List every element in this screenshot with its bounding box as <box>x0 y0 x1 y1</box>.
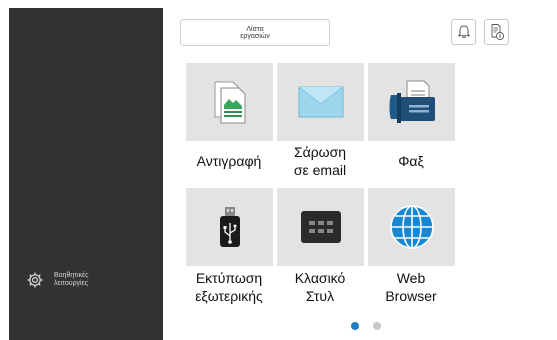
page-dot-2[interactable] <box>373 322 381 330</box>
left-sidebar: Βοηθητικές λειτουργίες <box>9 8 163 340</box>
job-list-button[interactable]: Λίστα εργασιών <box>180 19 330 46</box>
scan-to-email-tile[interactable] <box>277 63 364 141</box>
envelope-icon <box>298 86 343 118</box>
copy-label: Αντιγραφή <box>196 153 262 169</box>
copy-tile[interactable] <box>186 63 273 141</box>
status-info-button[interactable] <box>484 19 509 45</box>
fax-icon <box>389 80 435 123</box>
notification-button[interactable] <box>451 19 476 45</box>
usb-icon <box>219 207 240 247</box>
gear-icon <box>27 272 43 288</box>
document-info-icon <box>491 24 504 41</box>
fax-tile[interactable] <box>368 63 455 141</box>
page-dot-active[interactable] <box>351 322 359 330</box>
copy-icon <box>214 81 245 124</box>
globe-icon <box>389 205 434 249</box>
help-functions-label: Βοηθητικές λειτουργίες <box>54 272 89 287</box>
classic-style-label: Κλασικό Στυλ <box>294 270 346 304</box>
web-browser-label: Web Browser <box>385 270 437 304</box>
web-browser-tile[interactable] <box>368 188 455 266</box>
classic-style-tile[interactable] <box>277 188 364 266</box>
bell-icon <box>457 25 470 39</box>
fax-label: Φαξ <box>398 153 424 169</box>
external-print-tile[interactable] <box>186 188 273 266</box>
help-functions-button[interactable]: Βοηθητικές λειτουργίες <box>26 271 89 289</box>
keypad-icon <box>300 211 341 243</box>
scan-to-email-label: Σάρωση σε email <box>293 144 347 178</box>
external-print-label: Εκτύπωση εξωτερικής <box>195 270 263 304</box>
